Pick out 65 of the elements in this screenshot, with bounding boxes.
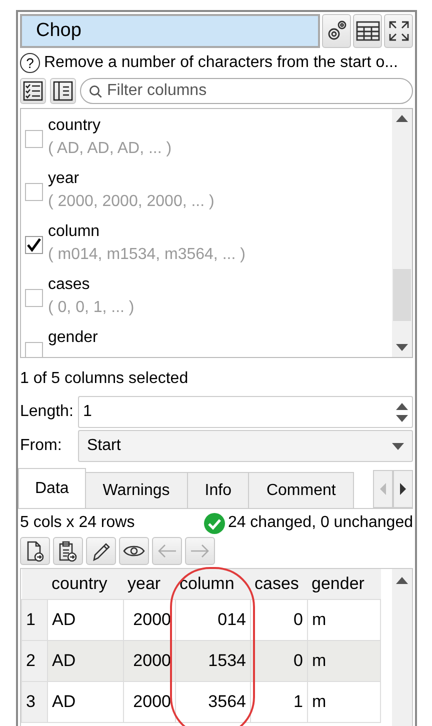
column-header[interactable]: country [48, 569, 124, 600]
column-sample-values: ( 2000, 2000, 2000, ... ) [48, 192, 214, 212]
table-dimensions: 5 cols x 24 rows [20, 514, 135, 532]
column-checkbox[interactable] [25, 236, 43, 254]
column-name: year [48, 169, 80, 189]
paste-button[interactable] [53, 537, 83, 565]
node-title-field[interactable]: Chop [20, 14, 320, 48]
column-name: country [48, 116, 102, 136]
list-icon [53, 81, 73, 101]
table-cell: 1534 [176, 640, 250, 682]
row-header[interactable]: 3 [22, 682, 48, 722]
table-cell: 2000 [124, 682, 176, 722]
length-label: Length: [20, 403, 74, 421]
selection-summary: 1 of 5 columns selected [20, 369, 190, 389]
scrollbar[interactable] [392, 569, 412, 726]
maximize-button[interactable] [384, 14, 413, 48]
table-cell: 2000 [124, 640, 176, 682]
expand-icon [386, 19, 410, 43]
export-button[interactable] [20, 537, 50, 565]
tab[interactable]: Info [186, 472, 250, 508]
column-name: cases [48, 275, 91, 295]
column-sample-values: ( m014, m1534, m3564, ... ) [48, 245, 246, 265]
column-name: gender [48, 328, 98, 348]
table-cell: 3564 [176, 682, 250, 722]
column-name: column [48, 222, 101, 242]
column-header[interactable]: column [176, 569, 250, 600]
tab[interactable]: Comment [248, 472, 354, 508]
table-cell: AD [48, 682, 124, 722]
column-header[interactable]: year [124, 569, 176, 600]
search-icon [89, 85, 102, 98]
tab-scroll-right-button[interactable] [393, 470, 413, 508]
column-sample-values: ( AD, AD, AD, ... ) [48, 139, 172, 159]
filter-field[interactable]: Filter columns [80, 78, 413, 104]
column-checkbox[interactable] [25, 289, 43, 307]
from-dropdown[interactable]: Start [78, 430, 413, 462]
table-cell: 0 [250, 640, 308, 682]
tab[interactable]: Data [18, 468, 86, 508]
table-cell: 1 [250, 682, 308, 722]
help-icon[interactable]: ? [20, 53, 40, 73]
row-header[interactable]: 2 [22, 640, 48, 682]
table-cell: AD [48, 640, 124, 682]
length-spinbox[interactable]: 1 [78, 396, 413, 428]
column-sample-values: ( 0, 0, 1, ... ) [48, 298, 134, 318]
clipboard-icon [57, 540, 79, 562]
select-all-button[interactable] [20, 78, 46, 104]
table-cell: m [308, 640, 380, 682]
from-label: From: [20, 437, 63, 455]
column-checkbox[interactable] [25, 342, 43, 357]
view-button[interactable] [119, 537, 149, 565]
checklist-icon [23, 81, 43, 101]
column-checkbox[interactable] [25, 183, 43, 201]
column-checkbox[interactable] [25, 130, 43, 148]
column-header[interactable]: cases [250, 569, 308, 600]
column-header[interactable]: gender [308, 569, 380, 600]
table-icon [356, 21, 380, 41]
scrollbar[interactable] [392, 109, 412, 357]
row-header[interactable]: 1 [22, 600, 48, 640]
deselect-all-button[interactable] [50, 78, 76, 104]
description-text: Remove a number of characters from the start o... [44, 54, 398, 72]
tab[interactable]: Warnings [84, 472, 188, 508]
table-view-button[interactable] [353, 14, 382, 48]
edit-button[interactable] [86, 537, 116, 565]
table-cell: m [308, 682, 380, 722]
change-summary: 24 changed, 0 unchanged [228, 514, 413, 532]
settings-button[interactable] [322, 14, 351, 48]
